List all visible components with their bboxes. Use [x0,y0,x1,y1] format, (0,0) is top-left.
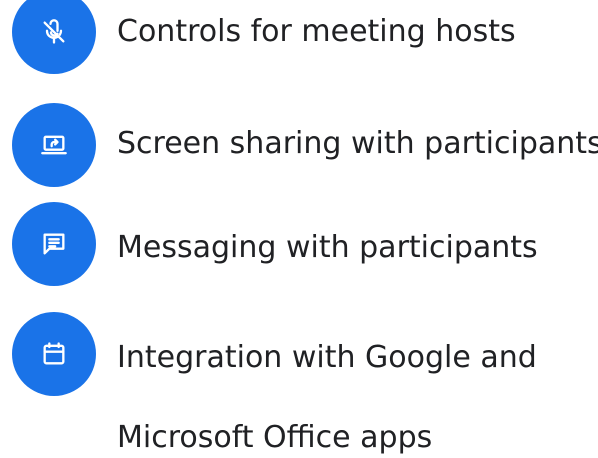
feature-label: Controls for meeting hosts [117,14,516,49]
feature-label: Messaging with participants [117,230,538,265]
feature-label: Screen sharing with participants [117,126,598,161]
mic-off-icon [12,0,96,74]
calendar-icon [12,312,96,396]
feature-label: Integration with Google and Microsoft Of… [117,340,537,455]
screen-share-icon [12,103,96,187]
chat-message-icon [12,202,96,286]
